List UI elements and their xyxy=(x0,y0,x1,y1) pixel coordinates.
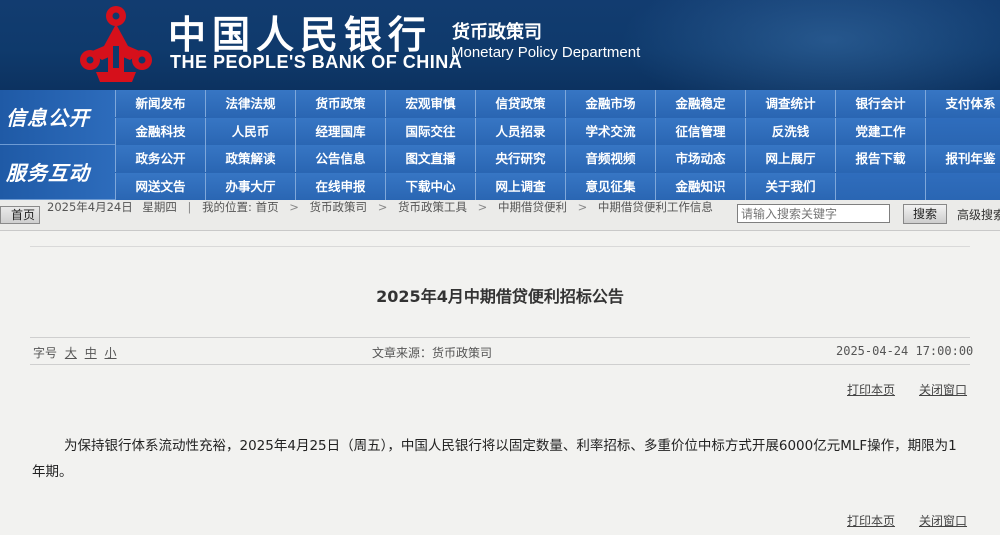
nav-item[interactable]: 新闻发布 xyxy=(115,90,205,117)
nav-item[interactable]: 银行会计 xyxy=(835,90,925,117)
meta-divider-top xyxy=(30,337,970,338)
main-navigation: 信息公开 服务互动 新闻发布 法律法规 货币政策 宏观审慎 信贷政策 金融市场 … xyxy=(0,90,1000,200)
site-header: 中国人民银行 THE PEOPLE'S BANK OF CHINA 货币政策司 … xyxy=(0,0,1000,90)
bank-name-cn[interactable]: 中国人民银行 xyxy=(168,4,432,59)
font-size-controls: 字号 大 中 小 xyxy=(33,344,117,361)
nav-item[interactable]: 音频视频 xyxy=(565,145,655,172)
nav-item[interactable]: 人民币 xyxy=(205,118,295,145)
breadcrumb: 2025年4月24日 星期四 | 我的位置: 首页 > 货币政策司 > 货币政策… xyxy=(47,201,732,229)
nav-row-2: 金融科技 人民币 经理国库 国际交往 人员招录 学术交流 征信管理 反洗钱 党建… xyxy=(115,118,1000,145)
breadcrumb-separator: > xyxy=(477,201,488,214)
nav-item[interactable]: 金融市场 xyxy=(565,90,655,117)
nav-item[interactable]: 意见征集 xyxy=(565,173,655,200)
font-size-label: 字号 xyxy=(33,346,58,360)
nav-item[interactable]: 公告信息 xyxy=(295,145,385,172)
font-size-large-link[interactable]: 大 xyxy=(65,346,77,360)
nav-item-empty xyxy=(925,173,1000,200)
search-button[interactable]: 搜索 xyxy=(903,204,947,224)
breadcrumb-link[interactable]: 首页 xyxy=(256,201,279,214)
print-page-link[interactable]: 打印本页 xyxy=(847,381,895,398)
nav-item[interactable]: 支付体系 xyxy=(925,90,1000,117)
nav-row-3: 政务公开 政策解读 公告信息 图文直播 央行研究 音频视频 市场动态 网上展厅 … xyxy=(115,145,1000,172)
advanced-search-link[interactable]: 高级搜索 xyxy=(957,206,1000,223)
department-name-cn[interactable]: 货币政策司 xyxy=(452,18,542,44)
nav-group-service-interaction: 服务互动 xyxy=(0,145,115,200)
nav-item[interactable]: 网上展厅 xyxy=(745,145,835,172)
nav-item[interactable]: 图文直播 xyxy=(385,145,475,172)
font-size-small-link[interactable]: 小 xyxy=(105,346,117,360)
nav-item[interactable]: 下载中心 xyxy=(385,173,475,200)
nav-group-label: 信息公开 xyxy=(6,106,90,130)
print-page-link-bottom[interactable]: 打印本页 xyxy=(847,512,895,529)
close-window-link-bottom[interactable]: 关闭窗口 xyxy=(919,512,967,529)
nav-item[interactable]: 法律法规 xyxy=(205,90,295,117)
home-button[interactable]: 首页 xyxy=(0,206,40,224)
current-date: 2025年4月24日 xyxy=(47,201,133,214)
breadcrumb-separator: > xyxy=(377,201,388,214)
article-title: 2025年4月中期借贷便利招标公告 xyxy=(376,287,624,306)
nav-item[interactable]: 金融科技 xyxy=(115,118,205,145)
nav-item-empty xyxy=(925,118,1000,145)
nav-item[interactable]: 在线申报 xyxy=(295,173,385,200)
breadcrumb-link[interactable]: 货币政策工具 xyxy=(398,201,467,214)
nav-item[interactable]: 金融稳定 xyxy=(655,90,745,117)
location-label: 我的位置: xyxy=(202,201,252,214)
nav-item[interactable]: 国际交往 xyxy=(385,118,475,145)
breadcrumb-separator: > xyxy=(577,201,588,214)
breadcrumb-link[interactable]: 货币政策司 xyxy=(310,201,368,214)
search-input[interactable] xyxy=(737,204,890,223)
breadcrumb-link[interactable]: 中期借贷便利工作信息 xyxy=(598,201,713,214)
bank-name-en[interactable]: THE PEOPLE'S BANK OF CHINA xyxy=(170,52,462,73)
current-weekday: 星期四 xyxy=(142,201,177,214)
nav-row-1: 新闻发布 法律法规 货币政策 宏观审慎 信贷政策 金融市场 金融稳定 调查统计 … xyxy=(115,90,1000,117)
nav-item[interactable]: 人员招录 xyxy=(475,118,565,145)
nav-item[interactable]: 办事大厅 xyxy=(205,173,295,200)
nav-item[interactable]: 调查统计 xyxy=(745,90,835,117)
nav-item[interactable]: 党建工作 xyxy=(835,118,925,145)
nav-item[interactable]: 报告下载 xyxy=(835,145,925,172)
nav-item[interactable]: 关于我们 xyxy=(745,173,835,200)
nav-row-4: 网送文告 办事大厅 在线申报 下载中心 网上调查 意见征集 金融知识 关于我们 xyxy=(115,173,1000,200)
nav-group-information-disclosure: 信息公开 xyxy=(0,90,115,145)
nav-item[interactable]: 宏观审慎 xyxy=(385,90,475,117)
article-body: 为保持银行体系流动性充裕，2025年4月25日（周五），中国人民银行将以固定数量… xyxy=(32,438,957,480)
nav-item[interactable]: 市场动态 xyxy=(655,145,745,172)
article-date: 2025-04-24 17:00:00 xyxy=(836,344,974,358)
nav-group-label: 服务互动 xyxy=(6,161,90,185)
article-source: 文章来源：货币政策司 xyxy=(372,346,493,360)
nav-item[interactable]: 经理国库 xyxy=(295,118,385,145)
nav-item[interactable]: 征信管理 xyxy=(655,118,745,145)
content-divider xyxy=(30,246,970,247)
breadcrumb-link[interactable]: 中期借贷便利 xyxy=(498,201,567,214)
nav-item[interactable]: 学术交流 xyxy=(565,118,655,145)
breadcrumb-separator: | xyxy=(187,201,192,214)
nav-item[interactable]: 反洗钱 xyxy=(745,118,835,145)
close-window-link[interactable]: 关闭窗口 xyxy=(919,381,967,398)
nav-item[interactable]: 货币政策 xyxy=(295,90,385,117)
nav-item[interactable]: 金融知识 xyxy=(655,173,745,200)
nav-item[interactable]: 信贷政策 xyxy=(475,90,565,117)
nav-item-empty xyxy=(835,173,925,200)
department-name-en[interactable]: Monetary Policy Department xyxy=(451,44,640,61)
breadcrumb-separator: > xyxy=(289,201,299,214)
nav-item[interactable]: 报刊年鉴 xyxy=(925,145,1000,172)
pboc-emblem-icon[interactable] xyxy=(76,2,156,84)
nav-item[interactable]: 网送文告 xyxy=(115,173,205,200)
nav-item[interactable]: 政务公开 xyxy=(115,145,205,172)
meta-divider-bottom xyxy=(30,364,970,365)
font-size-medium-link[interactable]: 中 xyxy=(85,346,97,360)
nav-item[interactable]: 央行研究 xyxy=(475,145,565,172)
nav-item[interactable]: 网上调查 xyxy=(475,173,565,200)
nav-item[interactable]: 政策解读 xyxy=(205,145,295,172)
header-glow xyxy=(620,0,1000,90)
